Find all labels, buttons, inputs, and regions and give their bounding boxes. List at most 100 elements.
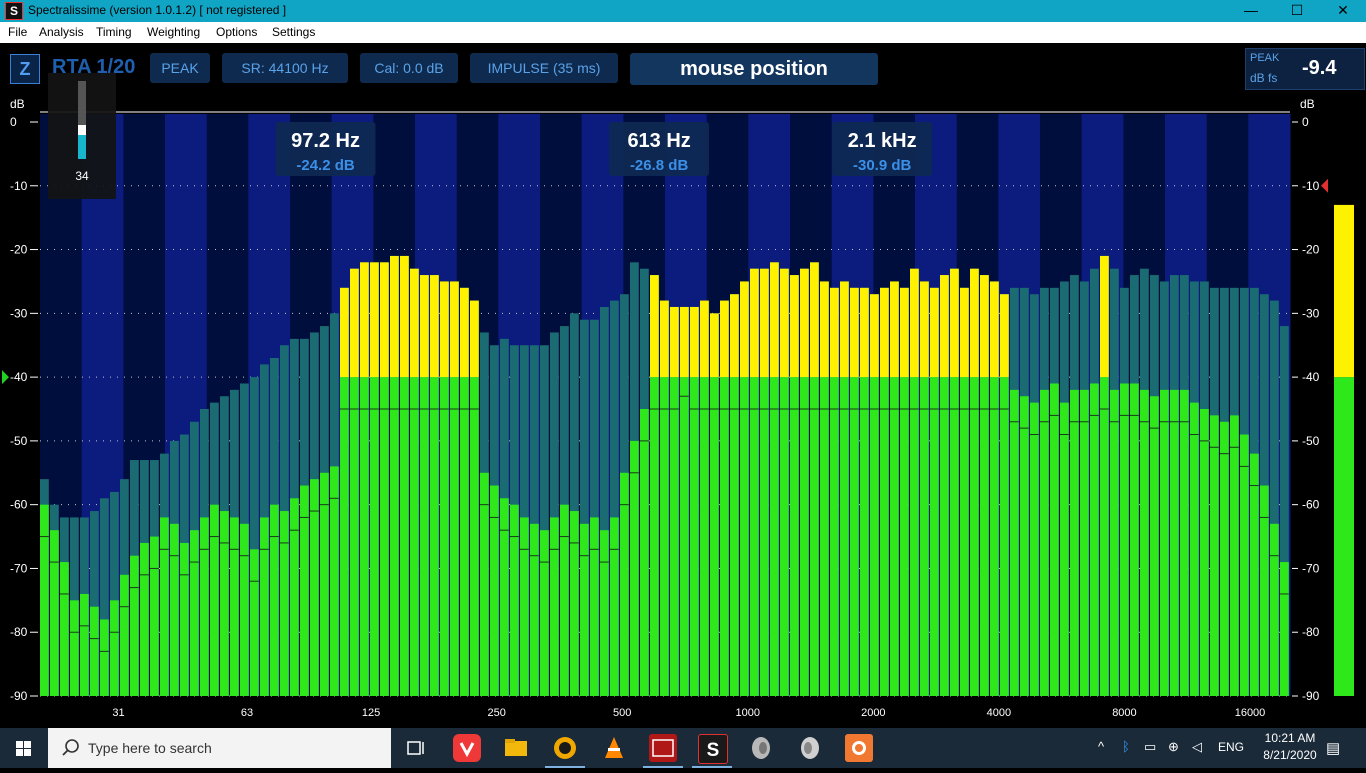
clock-time[interactable]: 10:21 AM [1255,731,1325,745]
x-tick-label: 1000 [736,707,760,719]
impulse-button[interactable]: IMPULSE (35 ms) [470,53,618,83]
spectrum-bar [1280,562,1289,696]
spectrum-bar [730,377,739,696]
menu-file[interactable]: File [8,25,27,39]
clock-date[interactable]: 8/21/2020 [1255,748,1325,762]
spectrum-bar [200,517,209,696]
spectralissime-icon[interactable]: S [698,734,728,764]
spectrum-bar [610,517,619,696]
spectrum-bar [850,377,859,696]
minimize-button[interactable]: — [1228,0,1274,22]
spectrum-bar [350,377,359,696]
spectrum-bar [950,377,959,696]
spectrum-bar [160,517,169,696]
maximize-button[interactable]: ☐ [1274,0,1320,22]
spectrum-bar [130,555,139,696]
slider-handle[interactable] [78,125,86,135]
spectrum-bar [650,377,659,696]
spectrum-bar [900,377,909,696]
spectrum-bar [810,377,819,696]
spectrum-bar [230,517,239,696]
spectrum-bar [700,377,709,696]
spectrum-bar [760,377,769,696]
y-tick-label-right: -30 [1302,306,1320,320]
spectrum-bar [970,377,979,696]
spectrum-bar [1170,389,1179,696]
vivaldi-icon[interactable] [453,734,481,762]
search-icon [62,739,79,756]
menu-settings[interactable]: Settings [272,25,315,39]
speaker-icon[interactable] [747,734,775,762]
peak-readout-label: PEAK [1250,52,1280,64]
spectrum-bar [940,377,949,696]
spectrum-bar [930,377,939,696]
menu-options[interactable]: Options [216,25,257,39]
spectrum-bar [600,530,609,696]
taskbar-search-box[interactable]: Type here to search [48,728,391,768]
volume-icon[interactable]: ◁ [1192,739,1202,755]
spectrum-bar [920,377,929,696]
spectrum-chart[interactable]: 0 0 -10 -10 -20 -20 -30 -30 -40 -40 -50 -50 -60 -60 -7… [0,92,1366,728]
language-indicator[interactable]: ENG [1218,740,1244,754]
level-meter-yellow [1334,204,1354,378]
spectrum-bar [520,517,529,696]
spectrum-bar [630,440,639,696]
speaker-alt-icon[interactable] [796,734,824,762]
sample-rate-button[interactable]: SR: 44100 Hz [222,53,348,83]
spectrum-bar [590,517,599,696]
spectrum-bar [1150,396,1159,696]
audacity-icon[interactable] [551,734,579,762]
spectrum-bar [890,377,899,696]
spectrum-bar-over [830,287,839,378]
app-orange-icon[interactable] [845,734,873,762]
spectrum-bar [430,377,439,696]
level-meter-green [1334,377,1354,696]
y-tick-label-left: -60 [10,498,28,512]
spectrum-bar [40,504,49,696]
spectrum-bar [1060,402,1069,696]
resolution-slider-popup[interactable]: 34 [48,73,116,199]
spectrum-bar-over [790,275,799,378]
spectrum-chart-area[interactable]: 0 0 -10 -10 -20 -20 -30 -30 -40 -40 -50 -50 -60 -60 -7… [0,92,1366,728]
spectrum-bar-over [440,281,449,378]
spectrum-bar [860,377,869,696]
y-tick-label-right: -70 [1302,561,1320,575]
x-tick-label: 125 [362,707,380,719]
spectrum-bar [790,377,799,696]
y-tick-label-left: 0 [10,115,17,129]
marker-frequency: 2.1 kHz [848,130,917,152]
menu-timing[interactable]: Timing [96,25,132,39]
notifications-icon[interactable]: ▤ [1326,739,1340,757]
spectrum-bar [1030,402,1039,696]
file-explorer-icon[interactable] [502,734,530,762]
z-button[interactable]: Z [10,54,40,84]
bluetooth-icon[interactable]: ᛒ [1122,739,1130,754]
spectrum-bar [620,472,629,696]
network-icon[interactable]: ⊕ [1168,739,1179,755]
spectrum-bar-over [390,255,399,378]
chevron-up-icon[interactable]: ^ [1098,739,1104,754]
calibration-button[interactable]: Cal: 0.0 dB [360,53,458,83]
spectrum-bar [1010,389,1019,696]
start-button[interactable] [0,728,48,768]
task-view-icon[interactable] [402,734,430,762]
menu-weighting[interactable]: Weighting [147,25,200,39]
spectrum-bar [100,619,109,696]
menu-analysis[interactable]: Analysis [39,25,84,39]
close-button[interactable]: ✕ [1320,0,1366,22]
spectrum-bar [310,479,319,696]
spectrum-bar [1100,377,1109,696]
spectrum-bar [820,377,829,696]
vlc-icon[interactable] [600,734,628,762]
spectrum-bar [550,517,559,696]
battery-icon[interactable]: ▭ [1144,739,1156,755]
spectrum-bar [1210,415,1219,696]
spectrum-bar-over [920,281,929,378]
x-tick-label: 2000 [861,707,885,719]
spectrum-bar-over [650,275,659,378]
voicemeeter-icon[interactable] [649,734,677,762]
spectrum-bar [690,377,699,696]
slider-value: 34 [75,169,89,183]
spectrum-bar [50,530,59,696]
peak-button[interactable]: PEAK [150,53,210,83]
